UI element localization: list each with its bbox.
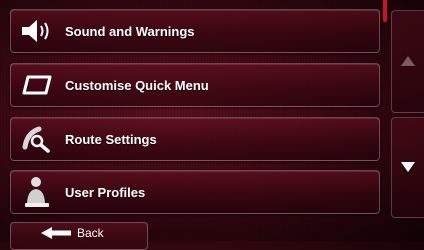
route-settings-icon: [15, 117, 59, 161]
menu-item-customise-quick-menu[interactable]: Customise Quick Menu: [10, 63, 380, 107]
menu-item-label: Sound and Warnings: [65, 23, 195, 39]
scroll-down-button[interactable]: [391, 117, 424, 218]
menu-item-label: User Profiles: [65, 184, 146, 200]
arrow-left-icon: [41, 227, 71, 239]
menu-item-label: Route Settings: [65, 131, 157, 147]
triangle-down-icon: [401, 159, 415, 177]
menu-item-label: Customise Quick Menu: [65, 77, 209, 93]
scroll-up-button[interactable]: [391, 10, 424, 113]
speaker-icon: [15, 9, 59, 53]
scroll-position-indicator: [383, 0, 387, 22]
back-label: Back: [77, 226, 104, 240]
user-profile-icon: [15, 170, 59, 214]
menu-item-sound-and-warnings[interactable]: Sound and Warnings: [10, 9, 380, 53]
quick-menu-icon: [15, 63, 59, 107]
back-button[interactable]: Back: [10, 222, 148, 250]
menu-item-user-profiles[interactable]: User Profiles: [10, 170, 380, 214]
triangle-up-icon: [401, 53, 415, 71]
menu-item-route-settings[interactable]: Route Settings: [10, 117, 380, 161]
